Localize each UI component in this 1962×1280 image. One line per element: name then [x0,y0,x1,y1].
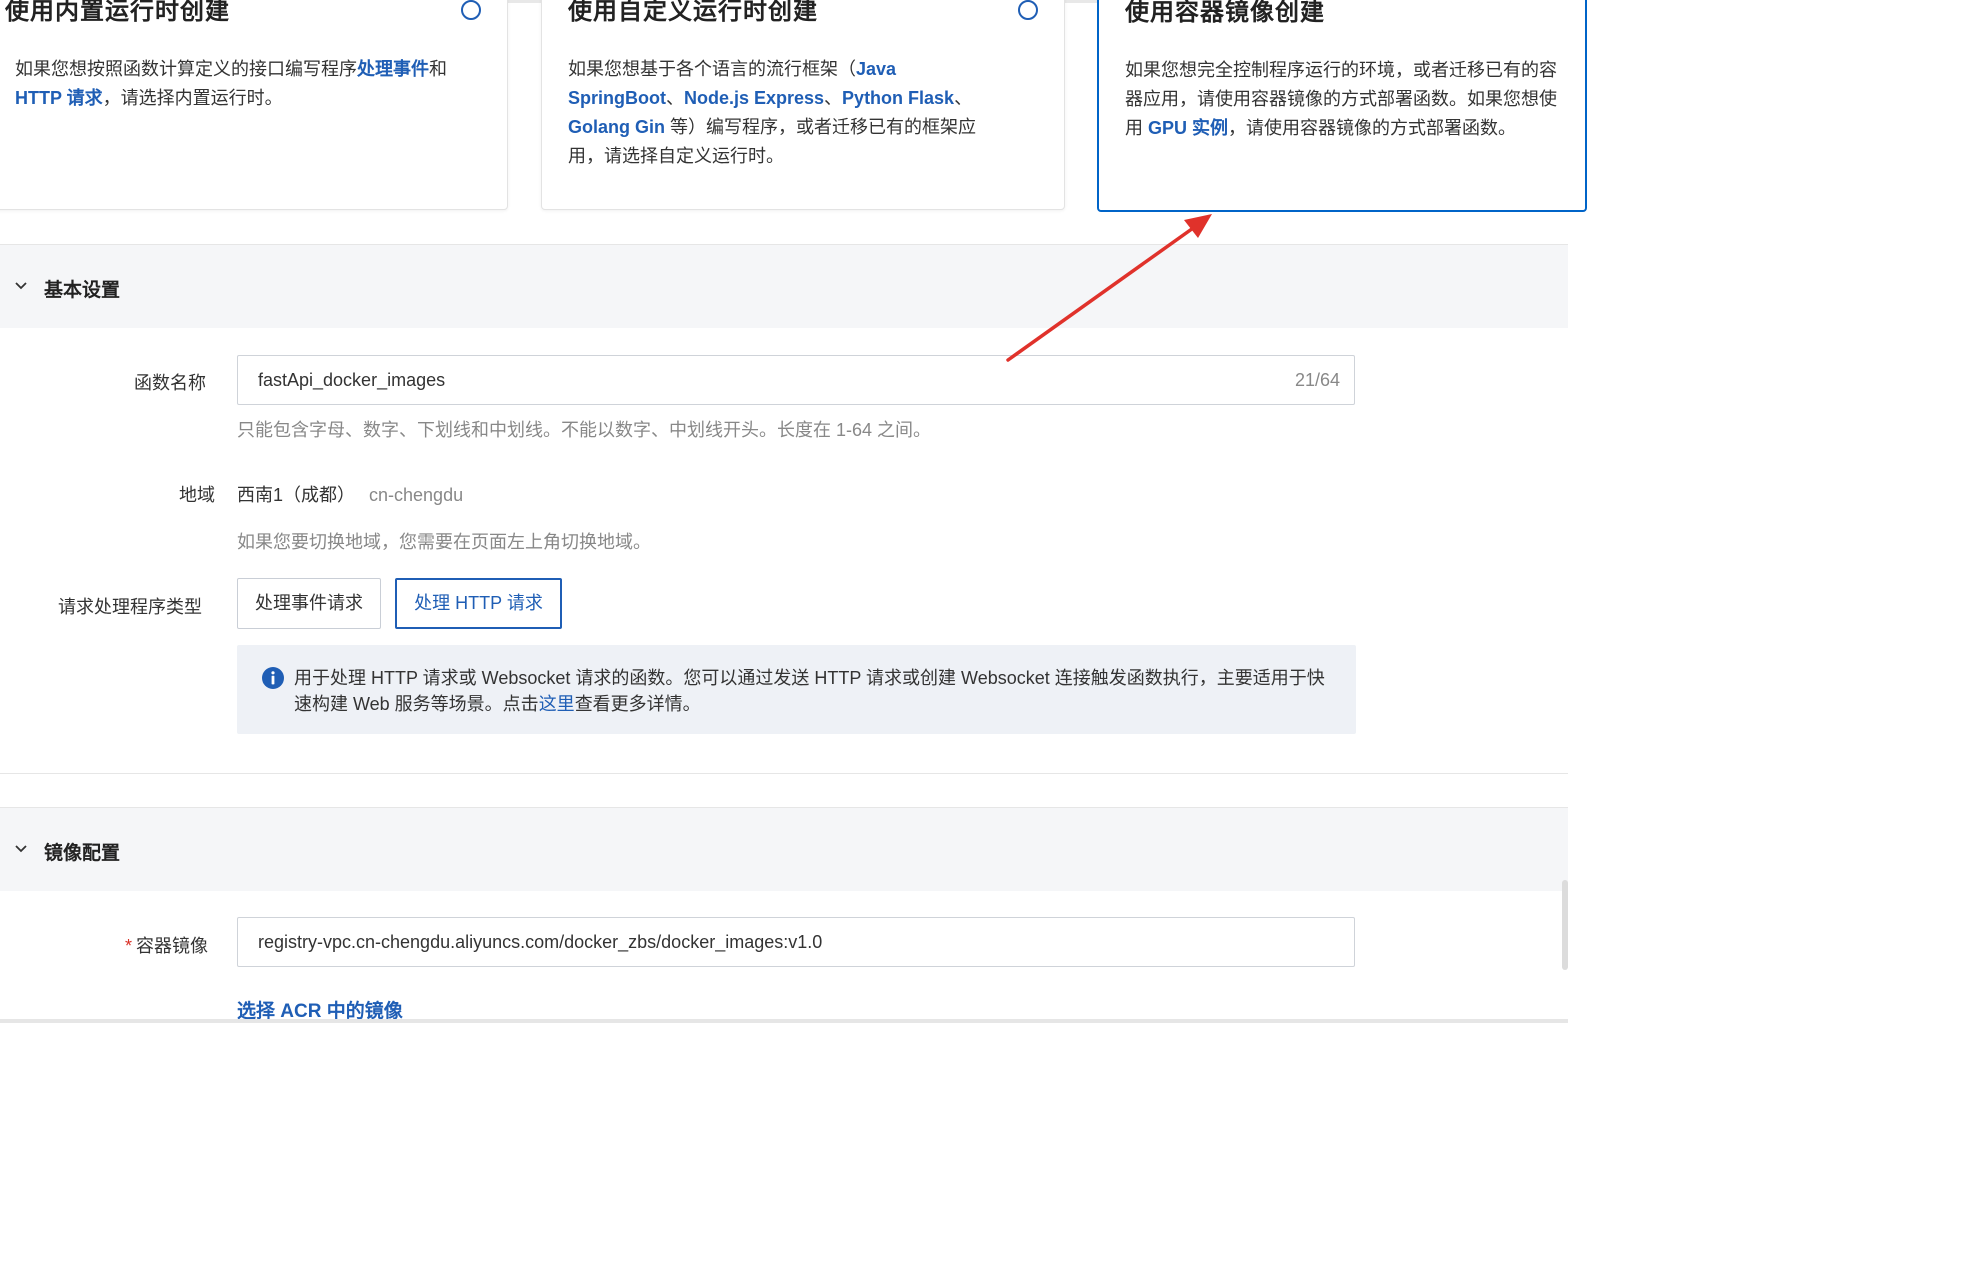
function-name-input[interactable]: fastApi_docker_images 21/64 [237,355,1355,405]
function-name-label: 函数名称 [134,373,206,393]
section-header-basic[interactable]: 基本设置 [0,244,1568,328]
description-text: 如果您想基于各个语言的流行框架（ [568,59,856,79]
region-name: 西南1（成都） [237,485,356,505]
section-header-image[interactable]: 镜像配置 [0,807,1568,891]
handler-type-label: 请求处理程序类型 [58,597,202,617]
region-value: 西南1（成都） cn-chengdu [237,481,463,507]
highlight-text[interactable]: HTTP 请求 [15,88,103,108]
description-text: 和 [429,59,447,79]
description-text: 、 [824,88,843,108]
card-builtin-runtime[interactable]: 使用内置运行时创建 如果您想按照函数计算定义的接口编写程序处理事件和 HTTP … [0,0,508,210]
chevron-down-icon[interactable] [14,842,28,856]
highlight-text[interactable]: Golang Gin [568,117,665,137]
radio-icon[interactable] [1018,0,1038,20]
card-title: 使用容器镜像创建 [1125,0,1325,26]
highlight-text[interactable]: Node.js Express [684,88,824,108]
highlight-text[interactable]: Python Flask [842,88,954,108]
card-description: 如果您想基于各个语言的流行框架（Java SpringBoot、Node.js … [568,55,1038,171]
card-title: 使用自定义运行时创建 [568,0,818,25]
region-label: 地域 [179,485,215,505]
card-custom-runtime[interactable]: 使用自定义运行时创建 如果您想基于各个语言的流行框架（Java SpringBo… [541,0,1065,210]
handler-event-button[interactable]: 处理事件请求 [237,578,381,629]
bottom-edge [0,1019,1568,1023]
function-name-hint: 只能包含字母、数字、下划线和中划线。不能以数字、中划线开头。长度在 1-64 之… [237,420,932,440]
char-count: 21/64 [1294,370,1340,390]
description-text: 如果您想按照函数计算定义的接口编写程序 [15,59,357,79]
function-name-value[interactable]: fastApi_docker_images [258,370,445,391]
section-title: 镜像配置 [44,843,121,864]
container-image-value[interactable]: registry-vpc.cn-chengdu.aliyuncs.com/doc… [258,932,822,953]
info-alert: 用于处理 HTTP 请求或 Websocket 请求的函数。您可以通过发送 HT… [237,645,1356,734]
scrollbar-thumb[interactable] [1562,880,1568,970]
info-link[interactable]: 这里 [539,694,575,714]
description-text: 、 [665,88,684,108]
info-icon [262,667,284,689]
info-text: 用于处理 HTTP 请求或 Websocket 请求的函数。您可以通过发送 HT… [294,665,1336,717]
card-description: 如果您想完全控制程序运行的环境，或者迁移已有的容 器应用，请使用容器镜像的方式部… [1125,56,1585,143]
card-description: 如果您想按照函数计算定义的接口编写程序处理事件和 HTTP 请求，请选择内置运行… [15,55,481,113]
container-image-label-text: 容器镜像 [136,936,209,956]
description-text: 、 [954,88,973,108]
container-image-label: * 容器镜像 [125,932,208,958]
highlight-text[interactable]: GPU 实例 [1148,118,1228,138]
info-body: 用于处理 HTTP 请求或 Websocket 请求的函数。您可以通过发送 HT… [294,668,1325,714]
radio-icon[interactable] [461,0,481,20]
card-container-image[interactable]: 使用容器镜像创建 如果您想完全控制程序运行的环境，或者迁移已有的容 器应用，请使… [1097,0,1587,212]
info-suffix: 查看更多详情。 [574,694,701,714]
description-text: ，请使用容器镜像的方式部署函数。 [1228,118,1517,138]
region-hint: 如果您要切换地域，您需要在页面左上角切换地域。 [237,532,651,552]
required-mark: * [125,936,133,956]
description-text: ，请选择内置运行时。 [102,88,283,108]
region-code: cn-chengdu [369,485,464,505]
card-title: 使用内置运行时创建 [5,0,230,25]
chevron-down-icon[interactable] [14,279,28,293]
handler-http-button[interactable]: 处理 HTTP 请求 [395,578,562,629]
highlight-text[interactable]: 处理事件 [357,59,429,79]
divider [0,773,1568,774]
container-image-input[interactable]: registry-vpc.cn-chengdu.aliyuncs.com/doc… [237,917,1355,967]
section-title: 基本设置 [44,280,121,301]
